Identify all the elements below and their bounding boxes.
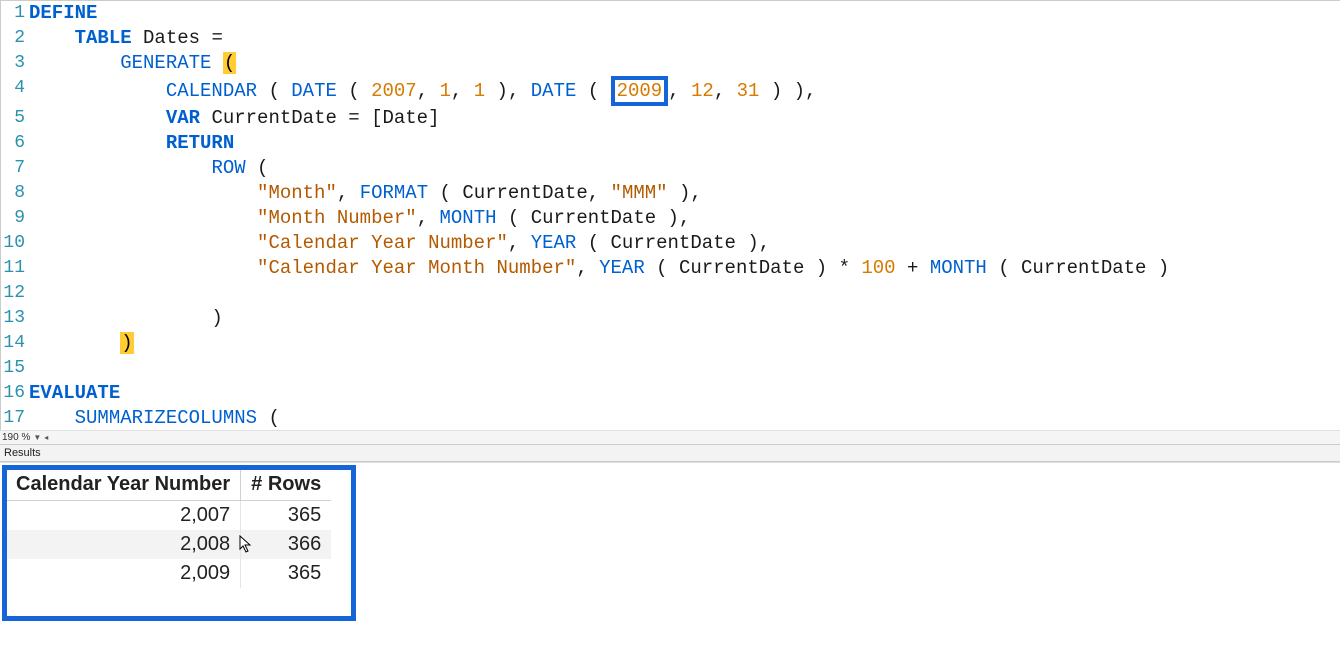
code-content[interactable]: RETURN bbox=[29, 131, 1340, 156]
line-number: 13 bbox=[1, 306, 29, 331]
code-content[interactable]: "Month", FORMAT ( CurrentDate, "MMM" ), bbox=[29, 181, 1340, 206]
code-content[interactable]: CALENDAR ( DATE ( 2007, 1, 1 ), DATE ( 2… bbox=[29, 76, 1340, 106]
code-line[interactable]: 16EVALUATE bbox=[1, 381, 1340, 406]
line-number: 15 bbox=[1, 356, 29, 381]
table-cell: 365 bbox=[241, 559, 332, 588]
code-content[interactable]: EVALUATE bbox=[29, 381, 1340, 406]
code-line[interactable]: 8 "Month", FORMAT ( CurrentDate, "MMM" )… bbox=[1, 181, 1340, 206]
code-content[interactable]: "Month Number", MONTH ( CurrentDate ), bbox=[29, 206, 1340, 231]
column-header[interactable]: Calendar Year Number bbox=[6, 469, 241, 501]
code-line[interactable]: 5 VAR CurrentDate = [Date] bbox=[1, 106, 1340, 131]
code-content[interactable]: ROW ( bbox=[29, 156, 1340, 181]
chevron-left-icon[interactable]: ◂ bbox=[44, 433, 48, 442]
line-number: 1 bbox=[1, 1, 29, 26]
column-header[interactable]: # Rows bbox=[241, 469, 332, 501]
code-line[interactable]: 17 SUMMARIZECOLUMNS ( bbox=[1, 406, 1340, 430]
table-cell: 365 bbox=[241, 501, 332, 531]
results-tab[interactable]: Results bbox=[0, 444, 1340, 462]
line-number: 12 bbox=[1, 281, 29, 306]
code-line[interactable]: 9 "Month Number", MONTH ( CurrentDate ), bbox=[1, 206, 1340, 231]
code-content[interactable]: ) bbox=[29, 331, 1340, 356]
matched-paren: ( bbox=[223, 52, 236, 74]
results-pane: Calendar Year Number# Rows 2,0073652,008… bbox=[0, 462, 1340, 642]
code-line[interactable]: 4 CALENDAR ( DATE ( 2007, 1, 1 ), DATE (… bbox=[1, 76, 1340, 106]
code-content[interactable]: SUMMARIZECOLUMNS ( bbox=[29, 406, 1340, 430]
code-content[interactable]: DEFINE bbox=[29, 1, 1340, 26]
line-number: 10 bbox=[1, 231, 29, 256]
line-number: 3 bbox=[1, 51, 29, 76]
code-line[interactable]: 7 ROW ( bbox=[1, 156, 1340, 181]
line-number: 7 bbox=[1, 156, 29, 181]
table-cell: 366 bbox=[241, 530, 332, 559]
code-editor[interactable]: 1DEFINE2 TABLE Dates =3 GENERATE (4 CALE… bbox=[0, 0, 1340, 430]
line-number: 16 bbox=[1, 381, 29, 406]
table-row[interactable]: 2,009365 bbox=[6, 559, 331, 588]
results-table[interactable]: Calendar Year Number# Rows 2,0073652,008… bbox=[6, 469, 331, 588]
line-number: 9 bbox=[1, 206, 29, 231]
code-content[interactable]: GENERATE ( bbox=[29, 51, 1340, 76]
line-number: 5 bbox=[1, 106, 29, 131]
code-line[interactable]: 12 bbox=[1, 281, 1340, 306]
zoom-bar[interactable]: 190 % ▼ ◂ bbox=[0, 430, 1340, 444]
line-number: 17 bbox=[1, 406, 29, 430]
code-content[interactable]: "Calendar Year Number", YEAR ( CurrentDa… bbox=[29, 231, 1340, 256]
highlight-box: 2009 bbox=[611, 76, 669, 106]
code-line[interactable]: 15 bbox=[1, 356, 1340, 381]
table-row[interactable]: 2,008366 bbox=[6, 530, 331, 559]
chevron-down-icon[interactable]: ▼ bbox=[33, 433, 41, 442]
line-number: 6 bbox=[1, 131, 29, 156]
code-line[interactable]: 6 RETURN bbox=[1, 131, 1340, 156]
table-cell: 2,008 bbox=[6, 530, 241, 559]
code-line[interactable]: 13 ) bbox=[1, 306, 1340, 331]
line-number: 2 bbox=[1, 26, 29, 51]
line-number: 8 bbox=[1, 181, 29, 206]
code-line[interactable]: 14 ) bbox=[1, 331, 1340, 356]
code-line[interactable]: 10 "Calendar Year Number", YEAR ( Curren… bbox=[1, 231, 1340, 256]
code-content[interactable]: VAR CurrentDate = [Date] bbox=[29, 106, 1340, 131]
zoom-level: 190 % bbox=[2, 432, 30, 443]
code-content[interactable]: "Calendar Year Month Number", YEAR ( Cur… bbox=[29, 256, 1340, 281]
line-number: 4 bbox=[1, 76, 29, 101]
code-content[interactable]: TABLE Dates = bbox=[29, 26, 1340, 51]
table-cell: 2,009 bbox=[6, 559, 241, 588]
table-cell: 2,007 bbox=[6, 501, 241, 531]
code-line[interactable]: 3 GENERATE ( bbox=[1, 51, 1340, 76]
line-number: 11 bbox=[1, 256, 29, 281]
line-number: 14 bbox=[1, 331, 29, 356]
code-line[interactable]: 1DEFINE bbox=[1, 1, 1340, 26]
code-line[interactable]: 11 "Calendar Year Month Number", YEAR ( … bbox=[1, 256, 1340, 281]
code-content[interactable]: ) bbox=[29, 306, 1340, 331]
table-row[interactable]: 2,007365 bbox=[6, 501, 331, 531]
code-line[interactable]: 2 TABLE Dates = bbox=[1, 26, 1340, 51]
matched-paren: ) bbox=[120, 332, 133, 354]
